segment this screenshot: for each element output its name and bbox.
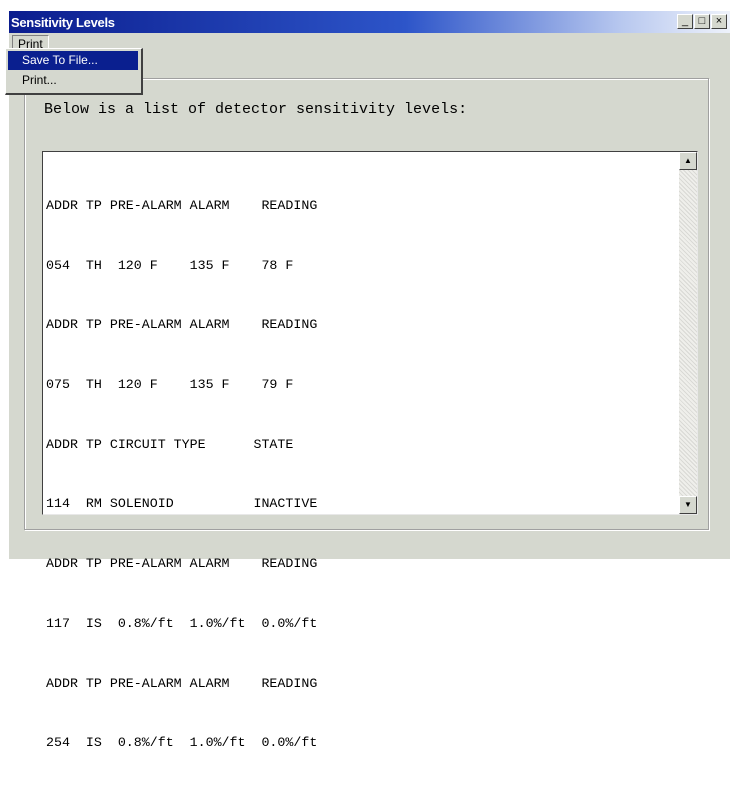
list-line: 075 TH 120 F 135 F 79 F bbox=[46, 376, 294, 392]
list-line: 117 IS 0.8%/ft 1.0%/ft 0.0%/ft bbox=[46, 615, 318, 631]
list-line: ADDR TP CIRCUIT TYPE STATE bbox=[46, 436, 294, 452]
maximize-button[interactable]: □ bbox=[694, 14, 710, 29]
sensitivity-lines: ADDR TP PRE-ALARM ALARM READING 054 TH 1… bbox=[46, 156, 317, 793]
list-line: ADDR TP PRE-ALARM ALARM READING bbox=[46, 197, 318, 213]
menu-item-print[interactable]: Print... bbox=[8, 71, 138, 90]
sensitivity-listbox[interactable]: ADDR TP PRE-ALARM ALARM READING 054 TH 1… bbox=[42, 151, 698, 750]
list-heading: Below is a list of detector sensitivity … bbox=[44, 101, 468, 118]
close-button[interactable]: × bbox=[711, 14, 727, 29]
minimize-button[interactable]: _ bbox=[677, 14, 693, 29]
window-title: Sensitivity Levels bbox=[11, 15, 115, 30]
vertical-scrollbar[interactable]: ▲ ▼ bbox=[679, 152, 697, 514]
print-dropdown-menu: Save To File... Print... bbox=[5, 48, 143, 95]
list-line: ADDR TP PRE-ALARM ALARM READING bbox=[46, 675, 318, 691]
list-line: 054 TH 120 F 135 F 78 F bbox=[46, 257, 294, 273]
list-line: ADDR TP PRE-ALARM ALARM READING bbox=[46, 317, 318, 333]
list-line: 114 RM SOLENOID INACTIVE bbox=[46, 496, 318, 512]
menu-item-save-to-file[interactable]: Save To File... bbox=[8, 51, 138, 70]
list-line: ADDR TP PRE-ALARM ALARM READING bbox=[46, 556, 318, 572]
list-line: 254 IS 0.8%/ft 1.0%/ft 0.0%/ft bbox=[46, 735, 318, 751]
scroll-up-icon[interactable]: ▲ bbox=[679, 152, 697, 170]
scroll-down-icon[interactable]: ▼ bbox=[679, 496, 697, 514]
title-bar[interactable]: Sensitivity Levels _ □ × bbox=[9, 11, 730, 33]
